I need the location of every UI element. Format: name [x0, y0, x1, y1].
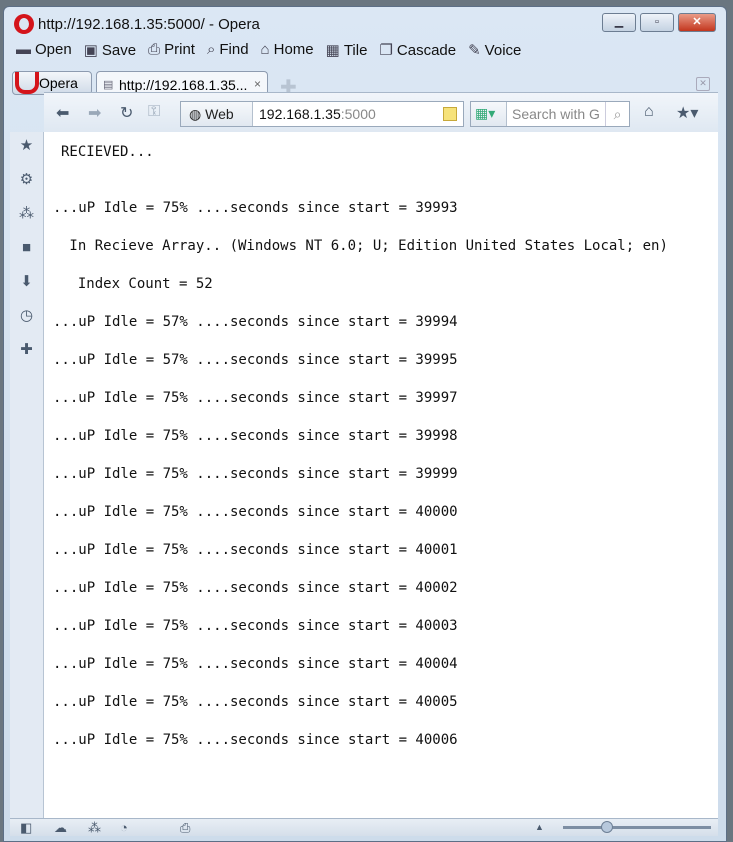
url-field[interactable]: 192.168.1.35:5000	[253, 102, 376, 126]
output-line: ...uP Idle = 75% ....seconds since start…	[53, 656, 458, 672]
widgets-icon[interactable]: ⚙	[10, 166, 43, 200]
search-icon: ⌕	[206, 41, 216, 58]
history-icon[interactable]: ◷	[10, 302, 43, 336]
output-line: ...uP Idle = 57% ....seconds since start…	[53, 352, 458, 368]
zoom-slider-knob[interactable]	[601, 821, 614, 833]
tab-title: http://192.168.1.35...	[119, 77, 248, 93]
notes-icon[interactable]: ■	[10, 234, 43, 268]
page-content: RECIEVED... ...uP Idle = 75% ....seconds …	[44, 132, 718, 818]
output-line: ...uP Idle = 75% ....seconds since start…	[53, 542, 458, 558]
output-line: ...uP Idle = 75% ....seconds since start…	[53, 390, 458, 406]
menu-print[interactable]: ⎙ Print	[148, 41, 195, 59]
address-bar[interactable]: ◍ Web 192.168.1.35:5000	[180, 101, 464, 127]
window-title: http://192.168.1.35:5000/ - Opera	[38, 15, 260, 33]
menu-open[interactable]: ▬ Open	[16, 41, 72, 59]
panel-toggle-icon[interactable]: ◧	[20, 820, 32, 836]
output-line: ...uP Idle = 75% ....seconds since start…	[53, 200, 458, 216]
forward-icon[interactable]: ➡	[88, 103, 101, 123]
search-icon[interactable]: ⌕	[605, 102, 629, 126]
unite-icon[interactable]: ⁂	[88, 820, 101, 836]
tile-icon: ▦	[325, 42, 340, 59]
sidebar-panel: ★ ⚙ ⁂ ■ ⬇ ◷ ✚	[10, 132, 44, 818]
output-line: ...uP Idle = 75% ....seconds since start…	[53, 466, 458, 482]
turbo-icon[interactable]: ☁	[54, 820, 67, 836]
home-icon: ⌂	[260, 41, 270, 58]
speed-dial-icon[interactable]: ◔	[120, 820, 128, 835]
output-line: ...uP Idle = 75% ....seconds since start…	[53, 580, 458, 596]
minimize-button[interactable]: ▁	[602, 13, 636, 32]
output-line: ...uP Idle = 75% ....seconds since start…	[53, 618, 458, 634]
page-icon: ▤	[103, 79, 114, 91]
add-panel-icon[interactable]: ✚	[10, 336, 43, 370]
title-bar: http://192.168.1.35:5000/ - Opera	[14, 14, 260, 34]
search-box[interactable]: ▦▾ Search with G ⌕	[470, 101, 630, 127]
downloads-icon[interactable]: ⬇	[10, 268, 43, 302]
print-icon: ⎙	[148, 41, 161, 58]
globe-icon: ◍	[189, 106, 206, 122]
cascade-icon: ❐	[379, 42, 393, 59]
zoom-up-icon[interactable]: ▲	[535, 822, 544, 832]
output-line: ...uP Idle = 75% ....seconds since start…	[53, 504, 458, 520]
reload-icon[interactable]: ↻	[120, 103, 133, 123]
output-line: In Recieve Array.. (Windows NT 6.0; U; E…	[61, 238, 668, 254]
zoom-slider[interactable]	[563, 821, 711, 833]
bookmark-star-icon[interactable]: ★▾	[676, 103, 698, 123]
opera-logo-icon	[14, 14, 34, 34]
menu-bar: ▬ Open ▣ Save ⎙ Print ⌕ Find ⌂ Home ▦ Tile ❐ Cascade ✎…	[16, 41, 521, 59]
close-button[interactable]: ✕	[678, 13, 716, 32]
menu-find[interactable]: ⌕ Find	[207, 41, 249, 59]
microphone-icon: ✎	[468, 42, 481, 59]
tab-close-icon[interactable]: ×	[254, 77, 261, 91]
unite-icon[interactable]: ⁂	[10, 200, 43, 234]
print-icon[interactable]: ⎙	[180, 820, 190, 836]
search-input[interactable]: Search with G	[512, 106, 600, 122]
status-bar: ◧ ☁ ⁂ ◔ ⎙ ▲	[10, 818, 718, 836]
menu-voice[interactable]: ✎ Voice	[468, 41, 521, 59]
output-line: ...uP Idle = 75% ....seconds since start…	[53, 732, 458, 748]
notes-icon[interactable]	[443, 107, 457, 121]
output-line: ...uP Idle = 57% ....seconds since start…	[53, 314, 458, 330]
web-mode-button[interactable]: ◍ Web	[181, 102, 253, 126]
save-icon: ▣	[83, 42, 98, 59]
trash-icon[interactable]: ✕	[696, 77, 710, 91]
menu-cascade[interactable]: ❐ Cascade	[379, 41, 456, 59]
menu-home[interactable]: ⌂ Home	[261, 41, 314, 59]
output-line: Index Count = 52	[61, 276, 213, 292]
navigation-bar: ⬅ ➡ ↻ ⚿ ◍ Web 192.168.1.35:5000 ▦▾ Searc…	[44, 92, 718, 132]
folder-icon: ▬	[16, 41, 31, 58]
menu-save[interactable]: ▣ Save	[84, 41, 136, 59]
google-icon[interactable]: ▦▾	[471, 102, 507, 126]
key-icon[interactable]: ⚿	[148, 103, 160, 121]
output-line: RECIEVED...	[61, 144, 154, 160]
menu-tile[interactable]: ▦ Tile	[326, 41, 368, 59]
bookmarks-icon[interactable]: ★	[10, 132, 43, 166]
output-line: ...uP Idle = 75% ....seconds since start…	[53, 428, 458, 444]
maximize-button[interactable]: ▫	[640, 13, 674, 32]
home-icon[interactable]: ⌂	[644, 103, 654, 121]
output-line: ...uP Idle = 75% ....seconds since start…	[53, 694, 458, 710]
back-icon[interactable]: ⬅	[56, 103, 69, 123]
